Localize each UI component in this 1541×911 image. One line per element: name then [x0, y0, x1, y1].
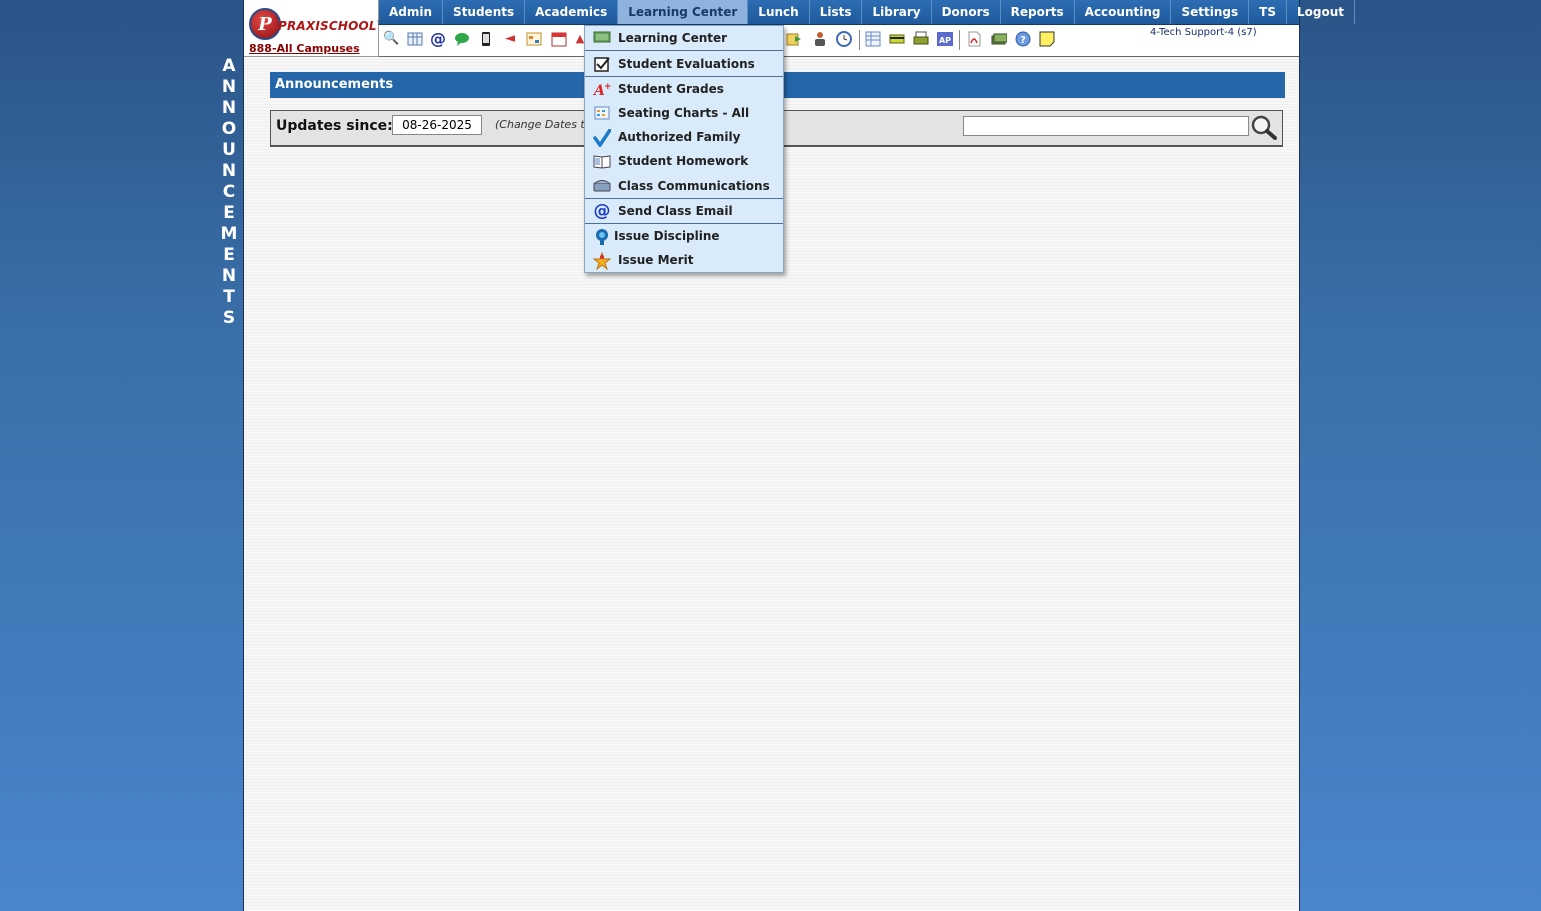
- menu-library[interactable]: Library: [862, 0, 932, 24]
- svg-text:?: ?: [1020, 35, 1026, 46]
- dropdown-item-student-grades[interactable]: A + Student Grades: [585, 77, 783, 101]
- dropdown-item-label: Class Communications: [618, 179, 770, 193]
- learning-center-dropdown: Learning Center Student Evaluations A + S…: [584, 25, 784, 273]
- calendar-icon[interactable]: [551, 31, 567, 47]
- side-title-letter: O: [221, 119, 237, 139]
- side-title-letter: E: [223, 245, 235, 265]
- menu-lunch[interactable]: Lunch: [748, 0, 810, 24]
- side-title: A N N O U N C E M E N T S: [218, 56, 240, 329]
- dropdown-item-label: Student Homework: [618, 154, 749, 168]
- menu-students[interactable]: Students: [443, 0, 526, 24]
- merit-star-icon: [592, 251, 612, 271]
- dropdown-item-label: Issue Merit: [618, 253, 694, 267]
- discipline-icon: [593, 228, 611, 245]
- menu-reports[interactable]: Reports: [1001, 0, 1075, 24]
- table-icon[interactable]: [865, 31, 881, 47]
- announce-icon[interactable]: ◄: [502, 31, 518, 47]
- clock-icon[interactable]: [836, 31, 852, 47]
- side-title-letter: A: [222, 56, 236, 76]
- menu-settings[interactable]: Settings: [1171, 0, 1250, 24]
- menu-admin[interactable]: Admin: [379, 0, 444, 24]
- dropdown-item-seating-charts-all[interactable]: Seating Charts - All: [585, 101, 783, 125]
- dropdown-item-issue-merit[interactable]: Issue Merit: [585, 248, 783, 272]
- logo-text: PRAXISCHOOLTM: [278, 19, 387, 33]
- grid-icon[interactable]: [407, 31, 423, 47]
- menu-accounting[interactable]: Accounting: [1075, 0, 1172, 24]
- money-icon[interactable]: [991, 31, 1008, 47]
- main-menubar: Admin Students Academics Learning Center…: [379, 0, 1355, 25]
- forward-icon[interactable]: [786, 31, 802, 47]
- dropdown-item-label: Issue Discipline: [614, 229, 720, 243]
- dropdown-item-authorized-family[interactable]: Authorized Family: [585, 125, 783, 149]
- dropdown-separator: [585, 50, 783, 51]
- side-title-letter: M: [220, 224, 238, 244]
- menu-ts[interactable]: TS: [1249, 0, 1287, 24]
- printer-icon[interactable]: [913, 31, 929, 47]
- grade-icon: A +: [592, 81, 612, 99]
- campus-link[interactable]: 888-All Campuses: [249, 42, 360, 55]
- side-title-letter: U: [222, 140, 236, 160]
- learning-center-icon: [593, 30, 611, 46]
- praxischool-logo-icon[interactable]: P: [249, 8, 281, 40]
- toolbar-separator: [959, 30, 960, 50]
- search-input[interactable]: [963, 116, 1249, 136]
- checkmark-icon: [593, 128, 612, 149]
- side-title-letter: N: [221, 266, 237, 286]
- magnifier-icon: [1251, 115, 1277, 140]
- dropdown-item-label: Authorized Family: [618, 130, 741, 144]
- card-icon[interactable]: [889, 31, 905, 47]
- phone-icon[interactable]: [478, 31, 494, 47]
- note-icon[interactable]: [1039, 31, 1055, 47]
- dropdown-item-student-homework[interactable]: Student Homework: [585, 149, 783, 173]
- dropdown-item-class-communications[interactable]: Class Communications: [585, 174, 783, 198]
- menu-logout[interactable]: Logout: [1287, 0, 1355, 24]
- seating-chart-icon: [593, 105, 611, 121]
- icon-toolbar: 🔍 @ ◄ ▲ AP ? 4-Tech Support-4 (s7): [379, 25, 1299, 57]
- search-icon[interactable]: 🔍: [383, 31, 399, 47]
- dropdown-item-label: Student Evaluations: [618, 57, 755, 71]
- schedule-icon[interactable]: [526, 31, 542, 47]
- dropdown-item-label: Learning Center: [618, 31, 728, 45]
- logo-area: P PRAXISCHOOLTM 888-All Campuses: [244, 0, 387, 57]
- help-icon[interactable]: ?: [1015, 31, 1031, 47]
- dropdown-item-label: Seating Charts - All: [618, 106, 750, 120]
- telephone-icon: [593, 178, 611, 194]
- side-title-letter: E: [223, 203, 235, 223]
- dropdown-item-issue-discipline[interactable]: Issue Discipline: [585, 224, 783, 248]
- change-dates-note: (Change Dates t: [495, 118, 585, 131]
- side-title-letter: N: [221, 77, 237, 97]
- menu-donors[interactable]: Donors: [932, 0, 1001, 24]
- search-button[interactable]: [1250, 114, 1278, 140]
- people-icon[interactable]: [812, 31, 828, 47]
- ap-icon[interactable]: AP: [937, 31, 953, 47]
- email-icon: @: [593, 201, 611, 221]
- side-title-letter: T: [223, 287, 235, 307]
- logo-wordmark: PRAXISCHOOL: [278, 19, 377, 33]
- side-title-letter: S: [222, 308, 236, 328]
- book-icon: [593, 153, 611, 169]
- updates-since-label: Updates since:: [276, 118, 393, 134]
- current-user-label: 4-Tech Support-4 (s7): [1150, 27, 1257, 38]
- pdf-icon[interactable]: [966, 31, 982, 47]
- dropdown-item-learning-center[interactable]: Learning Center: [585, 26, 783, 50]
- toolbar-separator: [859, 30, 860, 50]
- email-icon[interactable]: @: [430, 31, 446, 47]
- checkbox-icon: [593, 56, 611, 72]
- dropdown-item-student-evaluations[interactable]: Student Evaluations: [585, 52, 783, 76]
- menu-lists[interactable]: Lists: [810, 0, 863, 24]
- svg-text:+: +: [604, 82, 611, 92]
- dropdown-item-label: Send Class Email: [618, 204, 733, 218]
- menu-academics[interactable]: Academics: [525, 0, 619, 24]
- dropdown-item-label: Student Grades: [618, 82, 724, 96]
- svg-text:AP: AP: [939, 36, 951, 45]
- chat-icon[interactable]: [454, 31, 470, 47]
- side-title-letter: N: [221, 161, 237, 181]
- side-title-letter: C: [222, 182, 236, 202]
- menu-learning-center[interactable]: Learning Center: [618, 0, 749, 24]
- side-title-letter: N: [221, 98, 237, 118]
- updates-since-date-input[interactable]: [392, 115, 482, 135]
- dropdown-item-send-class-email[interactable]: @ Send Class Email: [585, 199, 783, 223]
